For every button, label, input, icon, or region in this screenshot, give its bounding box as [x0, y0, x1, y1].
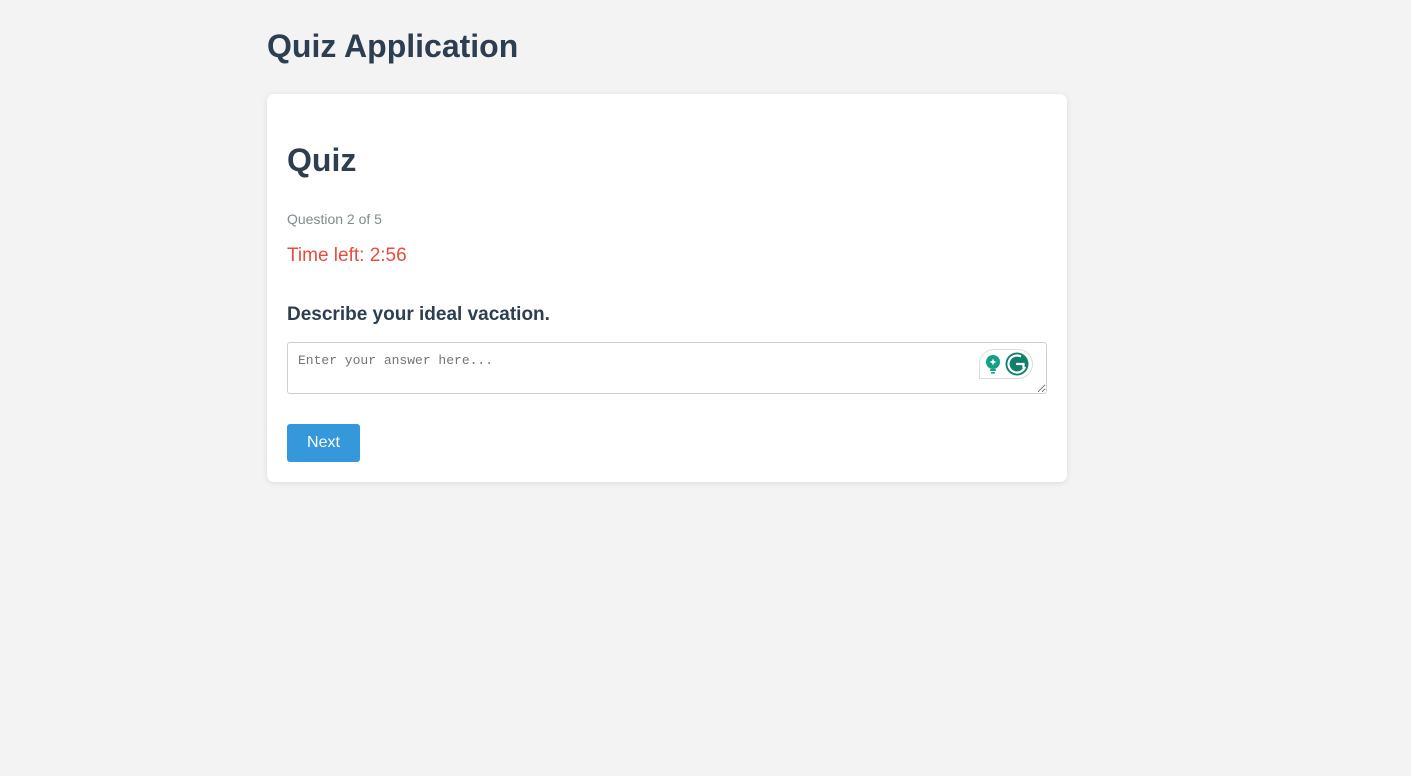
- time-left: Time left: 2:56: [287, 245, 407, 266]
- writing-assistant-widget[interactable]: [979, 349, 1033, 379]
- answer-input[interactable]: [287, 342, 1047, 394]
- answer-field-wrapper: [287, 342, 1047, 394]
- grammarly-icon[interactable]: [1005, 352, 1029, 376]
- lightbulb-icon[interactable]: [984, 354, 1002, 374]
- quiz-card: Quiz Question 2 of 5 Time left: 2:56 Des…: [267, 94, 1067, 482]
- app-title: Quiz Application: [267, 28, 519, 64]
- question-text: Describe your ideal vacation.: [287, 304, 550, 325]
- next-button[interactable]: Next: [287, 424, 360, 462]
- question-progress: Question 2 of 5: [287, 211, 382, 227]
- quiz-heading: Quiz: [287, 142, 357, 178]
